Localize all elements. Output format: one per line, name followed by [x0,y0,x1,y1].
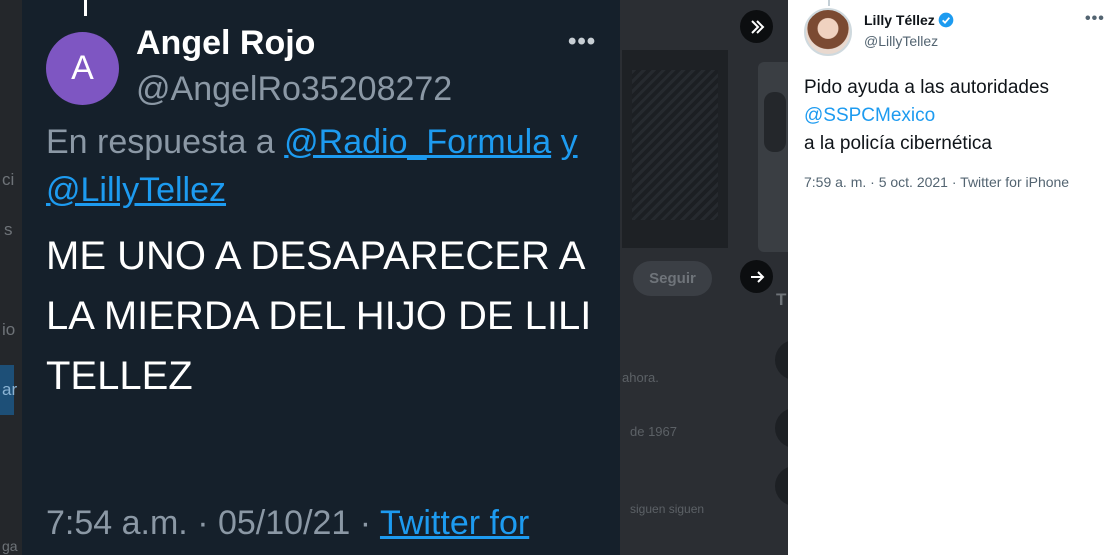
author-handle[interactable]: @LillyTellez [864,33,938,49]
tweet-date[interactable]: 05/10/21 [218,504,350,542]
tweet-text-line: a la policía cibernética [804,133,992,154]
author-handle[interactable]: @AngelRo35208272 [136,70,452,109]
background-text-fragment: T [776,290,787,309]
double-chevron-right-icon [750,19,764,34]
reply-tweet-card: A Angel Rojo @AngelRo35208272 ••• En res… [22,0,620,555]
tweet-meta: 7:59 a. m. · 5 oct. 2021 · Twitter for i… [804,174,1070,190]
background-image [622,50,728,248]
thread-line [84,0,87,16]
avatar[interactable]: A [46,32,119,105]
meta-separator: · [359,504,372,542]
tweet-meta: 7:54 a.m. · 05/10/21 · Twitter for [46,504,529,543]
background-text-fragment: ci [2,170,15,189]
follow-button[interactable]: Seguir [633,261,712,296]
tweet-source-link[interactable]: Twitter for [380,504,529,542]
author-name[interactable]: Angel Rojo [136,24,315,63]
background-text-fragment: siguen siguen [630,502,705,516]
more-options-button[interactable]: ••• [568,28,596,56]
background-text-fragment: de 1967 [630,424,677,439]
background-text-fragment: ga [2,538,18,554]
mention-link[interactable]: @LillyTellez [46,171,226,209]
next-button[interactable] [740,260,773,293]
reply-context: En respuesta a @Radio_Formula y @LillyTe… [46,118,606,214]
collapse-panel-button[interactable] [740,10,773,43]
mention-link[interactable]: @Radio_Formula [284,123,551,161]
more-horizontal-icon: ••• [1085,10,1105,27]
background-avatar [775,408,788,448]
tweet-text: Pido ayuda a las autoridades @SSPCMexico… [804,74,1114,158]
background-text-fragment: ar [2,380,18,399]
tweet-time[interactable]: 7:54 a.m. [46,504,188,542]
background-left-column [0,0,22,555]
original-tweet-panel: Lilly Téllez @LillyTellez ••• Pido ayuda… [788,0,1120,555]
mention-link-conjunction[interactable]: y [561,123,578,161]
more-horizontal-icon: ••• [568,28,597,55]
background-text-fragment: s [4,220,13,239]
verified-badge-icon [938,12,954,28]
reply-prefix: En respuesta a [46,123,275,161]
author-name[interactable]: Lilly Téllez [864,12,935,28]
avatar[interactable] [804,8,852,56]
thread-line [828,0,830,6]
more-options-button[interactable]: ••• [1085,10,1105,28]
mention-link[interactable]: @SSPCMexico [804,102,1114,130]
background-avatar [775,466,788,506]
author-name-row: Lilly Téllez [864,12,954,28]
arrow-right-icon [750,270,764,283]
background-text-fragment: io [2,320,16,339]
background-text-fragment: ahora. [622,370,659,385]
background-image [758,62,788,252]
tweet-text-line: Pido ayuda a las autoridades [804,77,1050,98]
tweet-text: ME UNO A DESAPARECER A LA MIERDA DEL HIJ… [46,234,592,398]
meta-separator: · [197,504,209,542]
background-avatar [775,340,788,380]
